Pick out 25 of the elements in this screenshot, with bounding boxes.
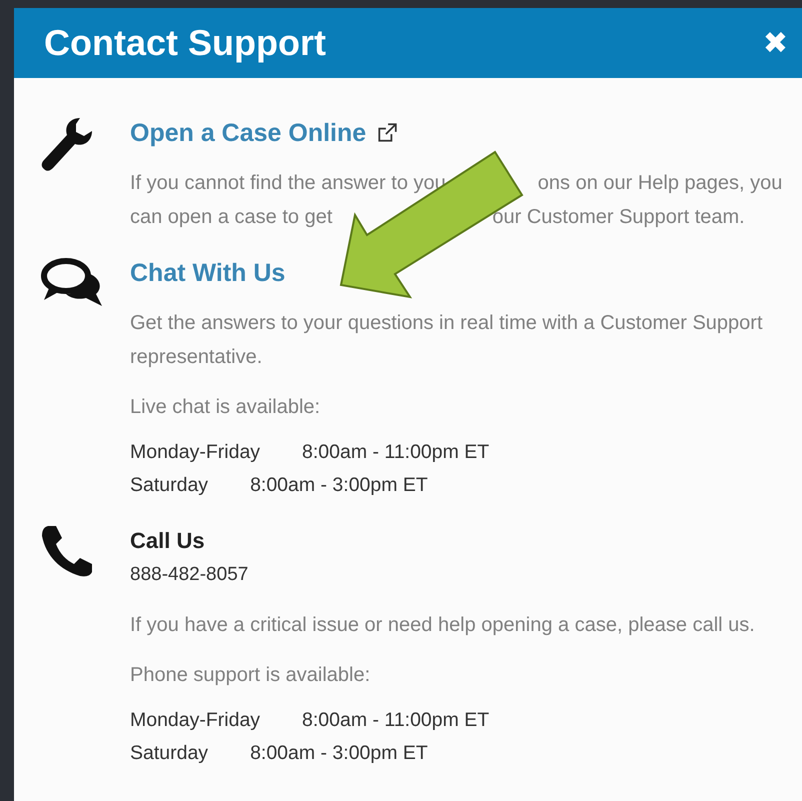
external-link-icon bbox=[376, 122, 398, 144]
description-text: Phone support is available: bbox=[130, 663, 370, 688]
wrench-icon bbox=[40, 116, 94, 172]
description-text: can open a case to get bbox=[130, 205, 332, 230]
description-text: representative. bbox=[130, 345, 262, 370]
section-heading: Call Us bbox=[130, 527, 206, 555]
schedule-days: Saturday bbox=[130, 469, 208, 502]
schedule-hours: 8:00am - 11:00pm ET bbox=[302, 708, 490, 733]
description-text: Get the answers to your questions in real time with a Customer Support bbox=[130, 311, 763, 336]
schedule-hours: 8:00am - 3:00pm ET bbox=[250, 473, 428, 498]
schedule-hours: 8:00am - 11:00pm ET bbox=[302, 440, 490, 465]
description-text: Live chat is available: bbox=[130, 395, 320, 420]
description-text: our Customer Support team. bbox=[492, 205, 745, 230]
schedule-days: Monday-Friday bbox=[130, 436, 260, 469]
schedule-days: Saturday bbox=[130, 737, 208, 770]
description-text: ons on our Help pages, you bbox=[538, 171, 782, 196]
description-text: If you have a critical issue or need help opening a case, please call us. bbox=[130, 613, 755, 638]
schedule-hours: 8:00am - 3:00pm ET bbox=[250, 741, 428, 766]
section-link[interactable]: Chat With Us bbox=[130, 256, 286, 290]
section-link[interactable]: Open a Case Online bbox=[130, 116, 398, 150]
close-button[interactable]: ✖ bbox=[762, 26, 788, 60]
phone-icon bbox=[40, 524, 94, 578]
dialog-title: Contact Support bbox=[44, 22, 326, 64]
phone-number: 888-482-8057 bbox=[130, 563, 250, 587]
schedule-days: Monday-Friday bbox=[130, 704, 260, 737]
